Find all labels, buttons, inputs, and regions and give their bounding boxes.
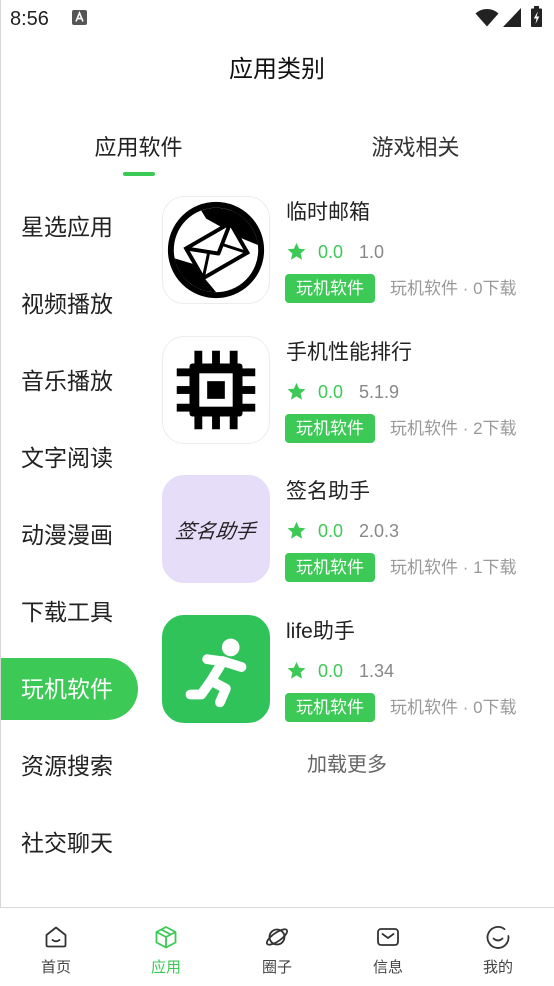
app-meta: 玩机软件 · 2下载 [390,419,517,438]
star-icon [287,242,306,260]
app-name: 签名助手 [286,480,370,503]
app-list-item[interactable]: 签名助手 签名助手 0.0 2.0.3 玩机软件 玩机软件 · 1下载 [162,475,542,583]
nav-item-apps[interactable]: 应用 [111,908,221,986]
app-version: 1.0 [359,242,385,262]
star-icon [287,521,306,539]
nav-item-profile[interactable]: 我的 [443,908,553,986]
home-icon [45,926,67,948]
tab-active-indicator [123,172,155,176]
app-rating: 0.0 [318,242,344,262]
category-tag: 玩机软件 [285,693,375,722]
category-tag: 玩机软件 [285,274,375,303]
sidebar-item-resource-search[interactable]: 资源搜索 [1,735,138,797]
sidebar-item-anime-comics[interactable]: 动漫漫画 [1,504,138,566]
planet-icon [265,928,289,946]
star-icon [287,661,306,679]
sidebar-item-video-playback[interactable]: 视频播放 [1,273,138,335]
nav-item-home[interactable]: 首页 [1,908,111,986]
sidebar-item-download-tools[interactable]: 下载工具 [1,581,138,643]
app-name: life助手 [286,620,355,643]
signature-text-icon[interactable]: 签名助手 [162,475,270,583]
status-time: 8:56 [10,8,49,30]
sidebar-item-music-playback[interactable]: 音乐播放 [1,350,138,412]
nav-item-messages[interactable]: 信息 [333,908,443,986]
nav-label: 信息 [372,959,403,976]
category-tag: 玩机软件 [285,553,375,582]
app-name: 手机性能排行 [286,341,412,364]
nav-item-circle[interactable]: 圈子 [222,908,332,986]
nav-label: 首页 [40,959,71,976]
app-meta: 玩机软件 · 1下载 [390,558,517,577]
sidebar-item-text-reading[interactable]: 文字阅读 [1,427,138,489]
envelope-circle-icon[interactable] [162,196,270,304]
sidebar-item-social-chat[interactable]: 社交聊天 [1,812,138,874]
sidebar-item-featured-apps[interactable]: 星选应用 [1,196,138,258]
category-tag: 玩机软件 [285,414,375,443]
nav-label: 我的 [482,959,513,976]
app-list-item[interactable]: 手机性能排行 0.0 5.1.9 玩机软件 玩机软件 · 2下载 [162,336,542,444]
app-name: 临时邮箱 [286,201,370,224]
mail-icon [377,928,399,946]
app-screen: 8:56 应用类别 应用软件 游戏相关 星选应用 视频播放 音乐播放 文字阅读 … [0,0,554,986]
wifi-icon [475,9,499,27]
app-list-item[interactable]: life助手 0.0 1.34 玩机软件 玩机软件 · 0下载 [162,615,542,723]
running-person-icon[interactable] [162,615,270,723]
app-version: 5.1.9 [359,382,400,402]
battery-charging-icon [531,6,542,27]
nav-label: 应用 [150,959,181,976]
a-notification-icon [72,10,87,25]
chip-icon[interactable] [162,336,270,444]
app-meta: 玩机软件 · 0下载 [390,698,517,717]
app-version: 2.0.3 [359,521,400,541]
load-more-button[interactable]: 加载更多 [162,752,532,778]
app-rating: 0.0 [318,521,344,541]
nav-label: 圈子 [261,959,292,976]
signal-icon [503,8,521,27]
app-rating: 0.0 [318,382,344,402]
app-version: 1.34 [359,661,395,681]
bottom-nav: 首页 应用 圈子 信息 我的 [0,907,554,986]
app-meta: 玩机软件 · 0下载 [390,279,517,298]
sidebar-item-phone-tools[interactable]: 玩机软件 [1,658,138,720]
signature-icon-text: 签名助手 [174,520,258,543]
app-list-item[interactable]: 临时邮箱 0.0 1.0 玩机软件 玩机软件 · 0下载 [162,196,542,304]
star-icon [287,382,306,400]
cube-icon [155,926,177,949]
tab-games[interactable]: 游戏相关 [277,134,554,162]
smiley-icon [486,926,510,949]
page-title: 应用类别 [229,56,325,83]
app-rating: 0.0 [318,661,344,681]
tab-apps[interactable]: 应用软件 [0,134,277,162]
